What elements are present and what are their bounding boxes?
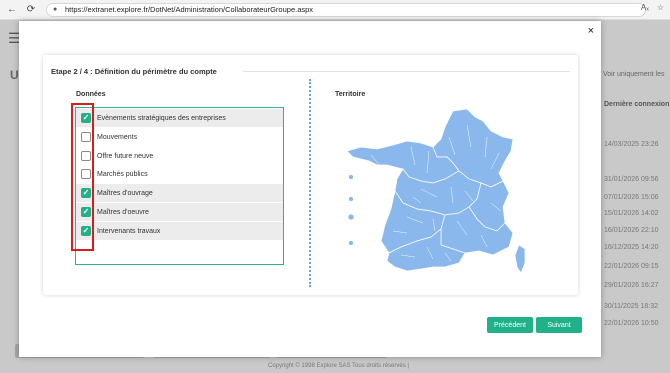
list-item[interactable]: Mouvements [76, 128, 283, 146]
donnees-heading: Données [76, 91, 106, 98]
map-region [347, 213, 355, 221]
background-date: 22/01/2026 09:15 [604, 263, 659, 270]
france-map[interactable] [341, 107, 531, 282]
reload-icon[interactable]: ⟳ [24, 3, 38, 17]
background-date: 22/01/2026 10:50 [604, 320, 659, 327]
list-item[interactable]: ✓ Maîtres d'oeuvre [76, 203, 283, 221]
map-region [348, 196, 354, 202]
list-item[interactable]: Marchés publics [76, 165, 283, 183]
step-card: Etape 2 / 4 : Définition du périmètre du… [43, 55, 578, 295]
step-title: Etape 2 / 4 : Définition du périmètre du… [51, 67, 217, 76]
background-column-header: Dernière connexion [604, 101, 670, 108]
data-list: ✓ Evènements stratégiques des entreprise… [75, 107, 284, 265]
next-button[interactable]: Suivant [536, 317, 582, 333]
background-date: 29/01/2026 16:27 [604, 282, 659, 289]
list-item[interactable]: ✓ Evènements stratégiques des entreprise… [76, 109, 283, 127]
background-date: 16/01/2026 22:10 [604, 227, 659, 234]
map-region [348, 240, 354, 246]
back-arrow-icon[interactable]: ← [5, 3, 19, 17]
list-item-label: Intervenants travaux [97, 227, 161, 235]
address-bar[interactable]: ● https://extranet.explore.fr/DotNet/Adm… [46, 2, 646, 17]
list-item-label: Maîtres d'oeuvre [97, 208, 149, 216]
background-date: 16/12/2025 14:20 [604, 244, 659, 251]
column-divider [309, 79, 311, 287]
list-item-label: Offre future neuve [97, 152, 154, 160]
list-item-label: Marchés publics [97, 170, 148, 178]
browser-toolbar: ← ⟳ ● https://extranet.explore.fr/DotNet… [0, 0, 670, 20]
favorite-star-icon[interactable]: ☆ [657, 3, 664, 12]
list-item-label: Maîtres d'ouvrage [97, 189, 153, 197]
map-region [348, 174, 354, 180]
map-region [514, 244, 526, 274]
background-date: 30/11/2025 18:32 [604, 303, 658, 310]
territoire-heading: Territoire [335, 91, 366, 98]
previous-button[interactable]: Précédent [487, 317, 533, 333]
background-filter-text: Voir uniquement les [603, 71, 665, 78]
background-footer: Copyright © 1998 Explore SAS Tous droits… [268, 363, 409, 369]
background-date: 14/03/2025 23:26 [604, 141, 659, 148]
account-scope-modal: × Etape 2 / 4 : Définition du périmètre … [19, 21, 601, 357]
lock-icon: ● [53, 5, 58, 13]
list-item[interactable]: Offre future neuve [76, 147, 283, 165]
list-item-label: Evènements stratégiques des entreprises [97, 114, 226, 122]
background-date: 31/01/2026 09:56 [604, 176, 659, 183]
list-item[interactable]: ✓ Maîtres d'ouvrage [76, 184, 283, 202]
background-date: 07/01/2026 15:06 [604, 194, 659, 201]
background-date: 15/01/2026 14:02 [604, 210, 659, 217]
background-title-fragment: U [10, 68, 19, 82]
url-text: https://extranet.explore.fr/DotNet/Admin… [65, 5, 314, 14]
checkbox-highlight-box [71, 103, 94, 251]
read-aloud-icon[interactable]: Aₓ [641, 3, 649, 12]
title-divider [243, 71, 570, 72]
list-item-label: Mouvements [97, 133, 138, 141]
close-icon[interactable]: × [588, 25, 594, 37]
list-item[interactable]: ✓ Intervenants travaux [76, 222, 283, 240]
